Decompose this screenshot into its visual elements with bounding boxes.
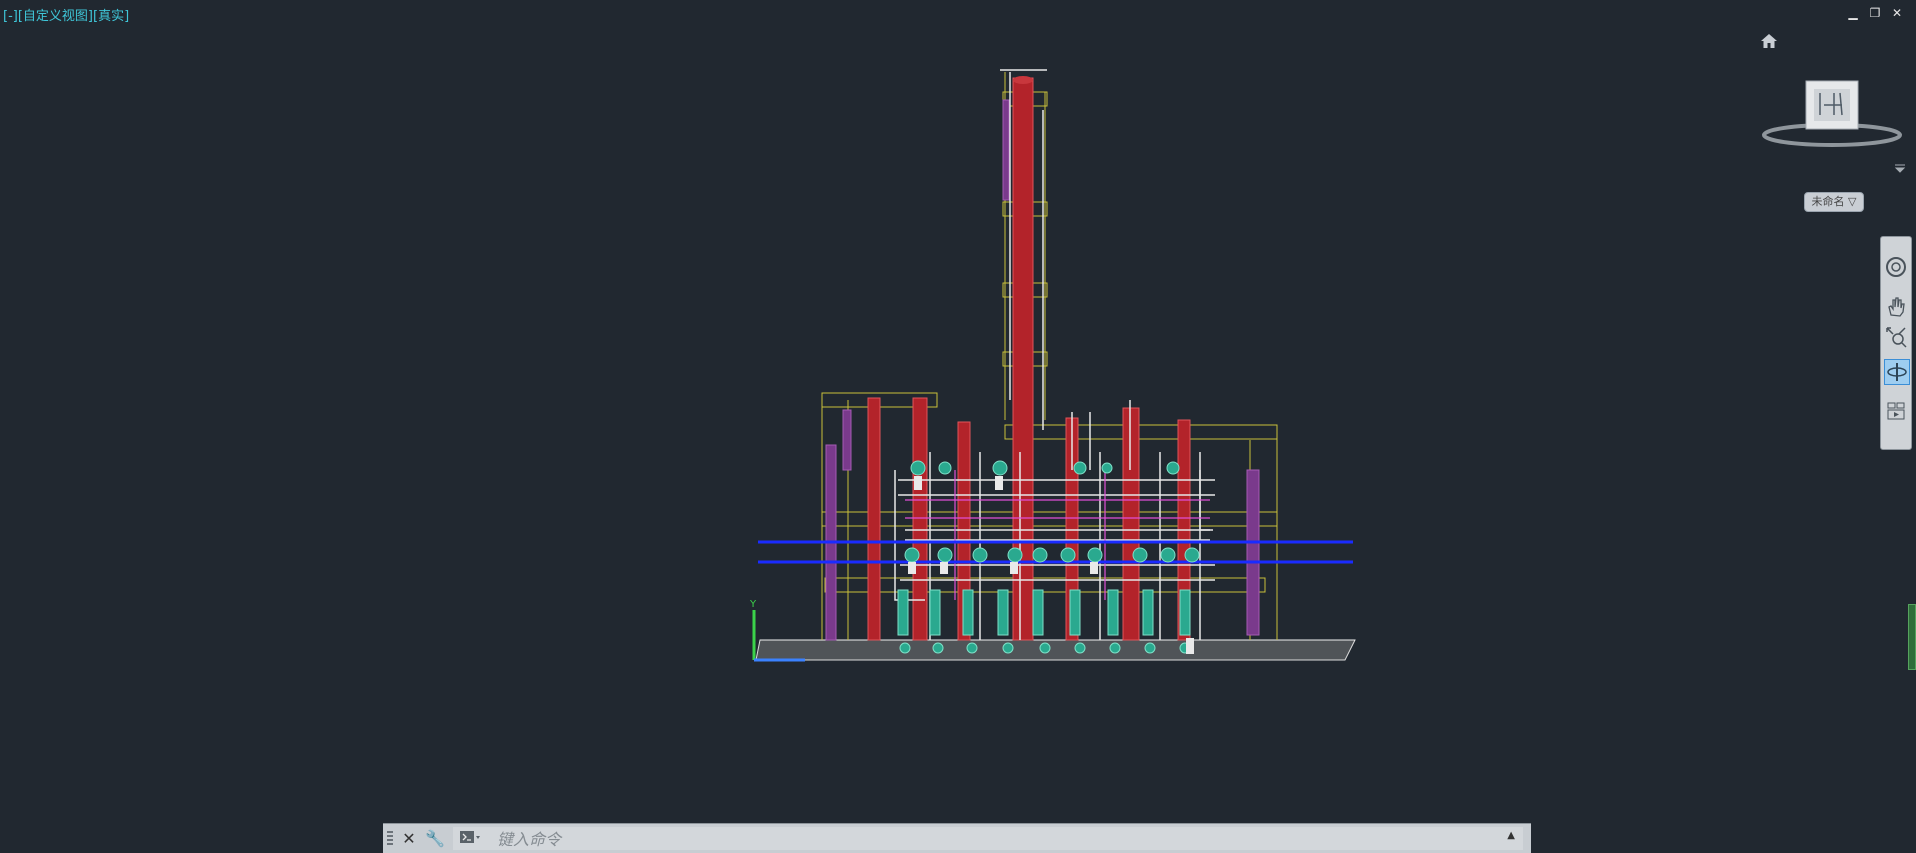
model-viewport[interactable]: Y: [0, 0, 1916, 852]
pumps: [897, 460, 1200, 654]
showmotion-icon[interactable]: [1884, 399, 1908, 423]
navigation-bar: [1880, 236, 1912, 450]
close-command-line-button[interactable]: ✕: [399, 829, 419, 849]
floor-slab: [755, 639, 1356, 661]
command-history-up-icon[interactable]: ▲: [1507, 830, 1515, 841]
orbit-icon[interactable]: [1884, 359, 1910, 385]
blue-lines: [758, 540, 1353, 564]
zoom-extents-icon[interactable]: [1884, 325, 1908, 349]
grip-icon[interactable]: [387, 831, 393, 847]
steel-structure: [821, 72, 1278, 640]
command-prompt-area: ▲: [453, 827, 1523, 851]
side-indicator: [1908, 604, 1916, 670]
viewcube-menu-icon[interactable]: [1893, 162, 1907, 174]
steeringwheel-icon[interactable]: [1884, 255, 1908, 279]
command-prompt-icon[interactable]: [459, 829, 481, 847]
customize-wrench-icon[interactable]: 🔧: [425, 829, 445, 849]
viewcube-icon[interactable]: [1762, 75, 1902, 155]
pan-icon[interactable]: [1884, 295, 1908, 319]
svg-text:Y: Y: [749, 599, 757, 610]
command-line-bar: ✕ 🔧 ▲: [383, 823, 1531, 853]
home-icon[interactable]: [1759, 32, 1779, 50]
command-input[interactable]: [495, 828, 1459, 851]
ucs-menu[interactable]: 未命名 ▽: [1804, 192, 1864, 212]
